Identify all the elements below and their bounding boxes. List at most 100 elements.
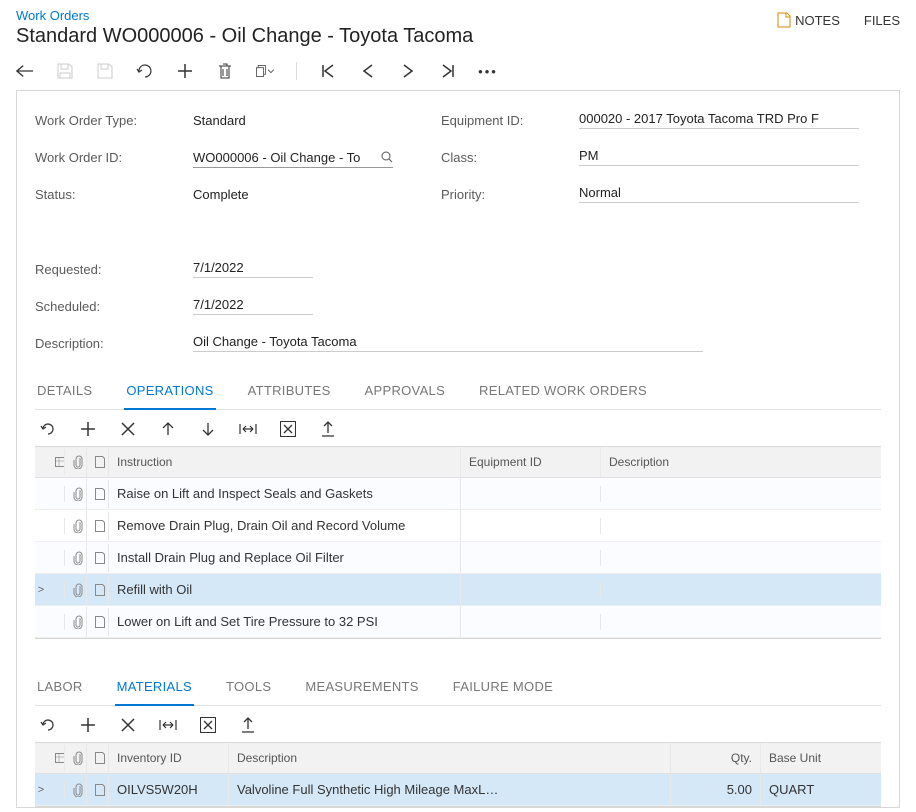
tab-approvals[interactable]: APPROVALS bbox=[363, 373, 448, 409]
delete-row-icon[interactable] bbox=[119, 420, 137, 438]
table-row[interactable]: > Refill with Oil bbox=[35, 574, 881, 606]
cell-description[interactable] bbox=[601, 486, 881, 502]
tab-details[interactable]: DETAILS bbox=[35, 373, 94, 409]
attachment-icon[interactable] bbox=[65, 575, 87, 605]
move-up-icon[interactable] bbox=[159, 420, 177, 438]
cell-instruction[interactable]: Remove Drain Plug, Drain Oil and Record … bbox=[109, 510, 461, 541]
row-selector[interactable] bbox=[47, 582, 65, 598]
cell-equipment[interactable] bbox=[461, 614, 601, 630]
table-row[interactable]: Install Drain Plug and Replace Oil Filte… bbox=[35, 542, 881, 574]
undo-icon[interactable] bbox=[136, 62, 154, 80]
note-icon[interactable] bbox=[87, 544, 109, 572]
col-description[interactable]: Description bbox=[601, 447, 881, 477]
cell-equipment[interactable] bbox=[461, 518, 601, 534]
row-selector[interactable] bbox=[47, 550, 65, 566]
fit-icon[interactable] bbox=[239, 420, 257, 438]
attachment-icon[interactable] bbox=[65, 543, 87, 573]
cell-equipment[interactable] bbox=[461, 550, 601, 566]
note-icon[interactable] bbox=[87, 576, 109, 604]
delete-icon[interactable] bbox=[216, 62, 234, 80]
attachment-icon[interactable] bbox=[65, 511, 87, 541]
delete-row-icon[interactable] bbox=[119, 716, 137, 734]
cell-instruction[interactable]: Lower on Lift and Set Tire Pressure to 3… bbox=[109, 606, 461, 637]
class-value[interactable]: PM bbox=[579, 146, 859, 166]
cell-mat-description[interactable]: Valvoline Full Synthetic High Mileage Ma… bbox=[229, 774, 671, 805]
attachment-icon[interactable] bbox=[65, 607, 87, 637]
table-row[interactable]: >OILVS5W20HValvoline Full Synthetic High… bbox=[35, 774, 881, 806]
files-button[interactable]: FILES bbox=[864, 13, 900, 28]
cell-description[interactable] bbox=[601, 550, 881, 566]
breadcrumb[interactable]: Work Orders bbox=[16, 8, 89, 23]
tab-tools[interactable]: TOOLS bbox=[224, 669, 273, 705]
description-value[interactable]: Oil Change - Toyota Tacoma bbox=[193, 332, 703, 352]
copy-dropdown-icon[interactable] bbox=[256, 62, 274, 80]
requested-value[interactable]: 7/1/2022 bbox=[193, 258, 313, 278]
note-icon[interactable] bbox=[87, 776, 109, 804]
add-icon[interactable] bbox=[176, 62, 194, 80]
tab-related-wo[interactable]: RELATED WORK ORDERS bbox=[477, 373, 649, 409]
select-all-icon[interactable] bbox=[47, 449, 65, 475]
wo-id-field[interactable]: WO000006 - Oil Change - To bbox=[193, 148, 393, 168]
tab-materials[interactable]: MATERIALS bbox=[115, 669, 194, 706]
cell-equipment[interactable] bbox=[461, 582, 601, 598]
col-inventory[interactable]: Inventory ID bbox=[109, 743, 229, 773]
tab-operations[interactable]: OPERATIONS bbox=[124, 373, 215, 410]
col-mat-description[interactable]: Description bbox=[229, 743, 671, 773]
row-caret-icon: > bbox=[35, 584, 47, 596]
next-icon[interactable] bbox=[399, 62, 417, 80]
search-icon[interactable] bbox=[381, 151, 393, 163]
first-icon[interactable] bbox=[319, 62, 337, 80]
table-row[interactable]: Raise on Lift and Inspect Seals and Gask… bbox=[35, 478, 881, 510]
select-all-icon[interactable] bbox=[47, 745, 65, 771]
cell-qty[interactable]: 5.00 bbox=[671, 774, 761, 805]
note-icon[interactable] bbox=[87, 608, 109, 636]
refresh-icon[interactable] bbox=[39, 716, 57, 734]
row-selector[interactable] bbox=[47, 782, 65, 798]
note-icon[interactable] bbox=[87, 512, 109, 540]
col-qty[interactable]: Qty. bbox=[671, 743, 761, 773]
col-unit[interactable]: Base Unit bbox=[761, 743, 881, 773]
tab-measurements[interactable]: MEASUREMENTS bbox=[303, 669, 420, 705]
attachment-icon[interactable] bbox=[65, 775, 87, 805]
tab-failure-mode[interactable]: FAILURE MODE bbox=[451, 669, 555, 705]
cell-description[interactable] bbox=[601, 614, 881, 630]
last-icon[interactable] bbox=[439, 62, 457, 80]
row-selector[interactable] bbox=[47, 486, 65, 502]
table-row[interactable]: Lower on Lift and Set Tire Pressure to 3… bbox=[35, 606, 881, 638]
cell-instruction[interactable]: Refill with Oil bbox=[109, 574, 461, 605]
equipment-value[interactable]: 000020 - 2017 Toyota Tacoma TRD Pro F bbox=[579, 109, 859, 129]
cell-unit[interactable]: QUART bbox=[761, 774, 881, 805]
note-icon[interactable] bbox=[87, 480, 109, 508]
col-instruction[interactable]: Instruction bbox=[109, 447, 461, 477]
add-row-icon[interactable] bbox=[79, 420, 97, 438]
priority-value[interactable]: Normal bbox=[579, 183, 859, 203]
prev-icon[interactable] bbox=[359, 62, 377, 80]
fit-icon[interactable] bbox=[159, 716, 177, 734]
tab-attributes[interactable]: ATTRIBUTES bbox=[246, 373, 333, 409]
excel-icon[interactable] bbox=[279, 420, 297, 438]
cell-description[interactable] bbox=[601, 518, 881, 534]
upload-icon[interactable] bbox=[239, 716, 257, 734]
cell-instruction[interactable]: Raise on Lift and Inspect Seals and Gask… bbox=[109, 478, 461, 509]
tab-labor[interactable]: LABOR bbox=[35, 669, 85, 705]
notes-button[interactable]: NOTES bbox=[777, 12, 840, 28]
cell-inventory[interactable]: OILVS5W20H bbox=[109, 774, 229, 805]
upload-icon[interactable] bbox=[319, 420, 337, 438]
cell-instruction[interactable]: Install Drain Plug and Replace Oil Filte… bbox=[109, 542, 461, 573]
refresh-icon[interactable] bbox=[39, 420, 57, 438]
row-selector[interactable] bbox=[47, 518, 65, 534]
add-row-icon[interactable] bbox=[79, 716, 97, 734]
cell-equipment[interactable] bbox=[461, 486, 601, 502]
row-selector[interactable] bbox=[47, 614, 65, 630]
cell-description[interactable] bbox=[601, 582, 881, 598]
table-row[interactable]: Remove Drain Plug, Drain Oil and Record … bbox=[35, 510, 881, 542]
attachment-icon[interactable] bbox=[65, 479, 87, 509]
move-down-icon[interactable] bbox=[199, 420, 217, 438]
scheduled-value[interactable]: 7/1/2022 bbox=[193, 295, 313, 315]
excel-icon[interactable] bbox=[199, 716, 217, 734]
save-close-icon bbox=[96, 62, 114, 80]
more-icon[interactable]: ••• bbox=[479, 62, 497, 80]
mat-header: Inventory ID Description Qty. Base Unit bbox=[35, 743, 881, 774]
back-icon[interactable] bbox=[16, 62, 34, 80]
col-equipment[interactable]: Equipment ID bbox=[461, 447, 601, 477]
